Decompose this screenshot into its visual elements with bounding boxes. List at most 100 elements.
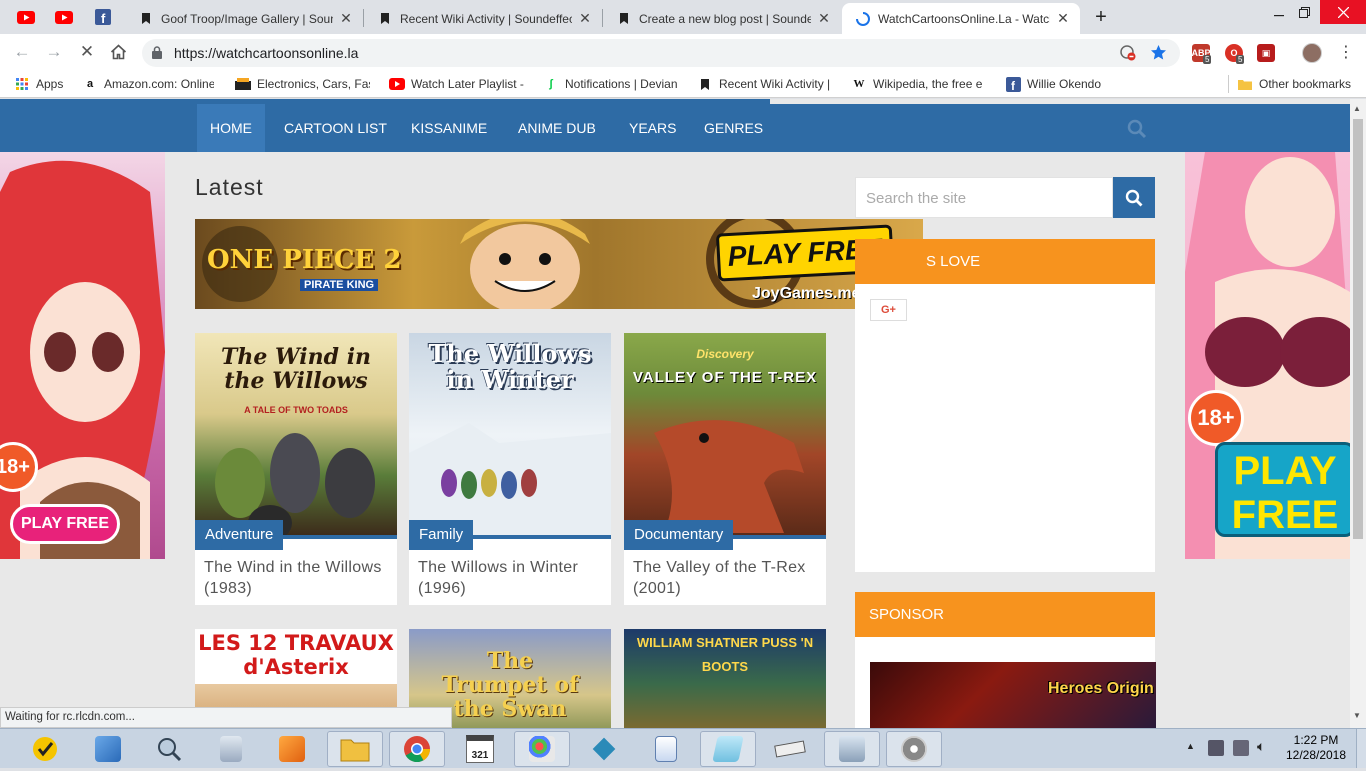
bookmark-watch-later[interactable]: Watch Later Playlist -: [389, 76, 525, 92]
chrome-icon: [404, 736, 431, 763]
cartoon-card[interactable]: The Wind in the Willows A TALE OF TWO TO…: [195, 333, 397, 605]
age-badge: 18+: [1188, 390, 1244, 446]
tray-volume-icon[interactable]: 🔈︎: [1257, 738, 1265, 755]
tray-device-icon[interactable]: [1208, 740, 1224, 756]
tray-network-icon[interactable]: [1233, 740, 1249, 756]
bookmark-apps[interactable]: Apps: [14, 76, 63, 92]
tab-recent-wiki[interactable]: Recent Wiki Activity | Soundeffec ✕: [364, 3, 602, 34]
folder-icon: [340, 739, 370, 762]
nav-years[interactable]: YEARS: [616, 104, 689, 152]
poster-image[interactable]: The Willows in Winter: [409, 333, 611, 536]
ad-play-free-button[interactable]: PLAY FREE: [10, 504, 120, 544]
card-title[interactable]: The Valley of the T-Rex (2001): [633, 557, 819, 599]
close-window-button[interactable]: [1320, 0, 1366, 24]
cartoon-card[interactable]: The Willows in Winter Family The Willows…: [409, 333, 611, 605]
bookmark-deviantart[interactable]: ʃ Notifications | Devian: [543, 76, 679, 92]
nav-kissanime[interactable]: KISSANIME: [398, 104, 500, 152]
banner-subtitle: PIRATE KING: [300, 279, 379, 291]
taskbar-paint[interactable]: [514, 731, 570, 767]
tab-title: WatchCartoonsOnline.La - Watch: [878, 11, 1050, 26]
tab-watchcartoons[interactable]: WatchCartoonsOnline.La - Watch ✕: [842, 3, 1080, 34]
taskbar-calendar[interactable]: 321: [452, 731, 508, 767]
bookmark-facebook[interactable]: f Willie Okendo: [1005, 76, 1101, 92]
poster-image[interactable]: Discovery VALLEY OF THE T-REX: [624, 333, 826, 536]
ad-play-free-button[interactable]: PLAY FREE: [1215, 442, 1350, 537]
gplus-button[interactable]: G+: [870, 299, 907, 321]
show-desktop-button[interactable]: [1356, 729, 1366, 768]
category-tag[interactable]: Family: [409, 520, 474, 550]
scrollbar-thumb[interactable]: [1353, 119, 1363, 539]
tab-close-icon[interactable]: ✕: [578, 10, 592, 27]
cartoon-card[interactable]: WILLIAM SHATNER PUSS 'N BOOTS: [624, 629, 826, 728]
new-tab-button[interactable]: +: [1084, 5, 1118, 29]
tab-close-icon[interactable]: ✕: [817, 10, 831, 27]
back-button[interactable]: ←: [11, 41, 33, 63]
blocked-content-icon[interactable]: [1120, 45, 1136, 61]
stop-button[interactable]: ✕: [76, 41, 98, 63]
category-tag[interactable]: Adventure: [195, 520, 284, 550]
taskbar-file-explorer[interactable]: [327, 731, 383, 767]
wikipedia-icon: W: [853, 78, 865, 90]
poster-image[interactable]: The Wind in the Willows A TALE OF TWO TO…: [195, 333, 397, 536]
site-search-input[interactable]: Search the site: [855, 177, 1113, 218]
apps-grid-icon: [14, 76, 30, 92]
wiki-icon: [617, 12, 631, 26]
home-button[interactable]: [107, 41, 129, 63]
nav-anime-dub[interactable]: ANIME DUB: [505, 104, 609, 152]
image-extension-icon[interactable]: ▣: [1257, 44, 1275, 62]
poster-title: LES 12 TRAVAUX d'Asterix: [198, 631, 394, 679]
forward-button[interactable]: →: [43, 41, 65, 63]
tab-close-icon[interactable]: ✕: [1056, 10, 1070, 27]
paint-icon: [529, 736, 555, 762]
tab-create-blog[interactable]: Create a new blog post | Sounde ✕: [603, 3, 841, 34]
taskbar-norton[interactable]: [17, 731, 73, 767]
nav-home[interactable]: HOME: [197, 104, 265, 152]
taskbar-chrome[interactable]: [389, 731, 445, 767]
card-title[interactable]: The Willows in Winter (1996): [418, 557, 604, 599]
right-side-ad[interactable]: 18+ PLAY FREE: [1185, 152, 1350, 559]
card-title[interactable]: The Wind in the Willows (1983): [204, 557, 390, 599]
bookmark-wikipedia[interactable]: W Wikipedia, the free e: [851, 76, 987, 92]
youtube-icon: [389, 76, 405, 92]
sponsor-ad[interactable]: Heroes Origin: [870, 662, 1156, 728]
page-scrollbar[interactable]: ▲ ▼: [1350, 99, 1366, 728]
scroll-up-icon[interactable]: ▲: [1353, 104, 1361, 113]
bookmark-ebay[interactable]: Electronics, Cars, Fasl: [235, 76, 370, 92]
site-search-button[interactable]: [1113, 177, 1155, 218]
taskbar-app-diamond[interactable]: [576, 731, 632, 767]
bookmark-recent-wiki[interactable]: Recent Wiki Activity |: [697, 76, 833, 92]
bookmark-label: Apps: [36, 77, 64, 91]
pinned-tab-youtube-2[interactable]: [54, 7, 74, 27]
other-bookmarks[interactable]: Other bookmarks: [1237, 76, 1351, 92]
ebay-icon: [235, 76, 251, 92]
search-icon[interactable]: [1127, 119, 1147, 139]
taskbar-speaker[interactable]: [886, 731, 942, 767]
pinned-tab-facebook[interactable]: f: [93, 7, 113, 27]
poster-title: WILLIAM SHATNER PUSS 'N BOOTS: [636, 635, 814, 674]
bookmark-amazon[interactable]: a Amazon.com: Online: [82, 76, 214, 92]
taskbar-calculator[interactable]: [203, 731, 259, 767]
profile-avatar[interactable]: [1302, 43, 1322, 63]
scroll-down-icon[interactable]: ▼: [1353, 711, 1361, 720]
taskbar-notepad[interactable]: [700, 731, 756, 767]
taskbar-clock[interactable]: 1:22 PM 12/28/2018: [1284, 733, 1348, 763]
cartoon-card[interactable]: Discovery VALLEY OF THE T-REX Documentar…: [624, 333, 826, 605]
taskbar-control-panel[interactable]: [80, 731, 136, 767]
taskbar-wordpad[interactable]: [638, 731, 694, 767]
tab-goof-troop[interactable]: Goof Troop/Image Gallery | Soun ✕: [125, 3, 363, 34]
nav-cartoon-list[interactable]: CARTOON LIST: [271, 104, 400, 152]
show-hidden-icons[interactable]: ▲: [1186, 741, 1195, 751]
taskbar-scanner[interactable]: [762, 731, 818, 767]
left-side-ad[interactable]: 18+ PLAY FREE: [0, 152, 165, 559]
bookmark-star-icon[interactable]: [1150, 44, 1167, 61]
menu-kebab-icon[interactable]: ⋮: [1338, 42, 1354, 62]
taskbar-search[interactable]: [141, 731, 197, 767]
tab-close-icon[interactable]: ✕: [339, 10, 353, 27]
category-tag[interactable]: Documentary: [624, 520, 734, 550]
pinned-tab-youtube[interactable]: [16, 7, 36, 27]
taskbar-resource-monitor[interactable]: [824, 731, 880, 767]
taskbar-media-player[interactable]: [264, 731, 320, 767]
banner-ad[interactable]: ONE PIECE 2 PIRATE KING PLAY FREE JoyGam…: [195, 219, 923, 309]
nav-genres[interactable]: GENRES: [691, 104, 776, 152]
web-page: HOME CARTOON LIST KISSANIME ANIME DUB YE…: [0, 99, 1350, 728]
